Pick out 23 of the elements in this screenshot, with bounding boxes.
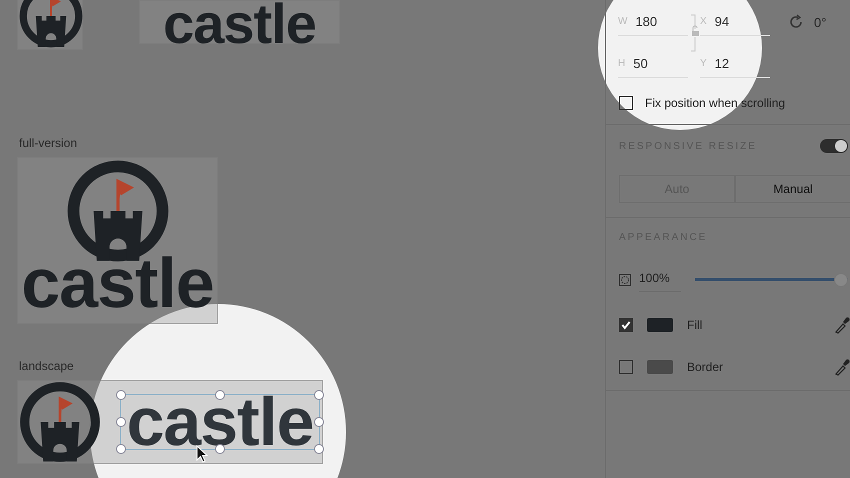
checkbox[interactable] bbox=[619, 318, 633, 332]
color-swatch[interactable] bbox=[647, 360, 673, 374]
artboard-label[interactable]: full-version bbox=[19, 136, 78, 150]
opacity-field[interactable]: 100% bbox=[639, 267, 681, 292]
castle-wordmark: castle bbox=[163, 1, 316, 46]
rotation-field[interactable]: 0° bbox=[814, 14, 826, 30]
toggle-switch[interactable] bbox=[820, 139, 848, 153]
castle-logo-icon bbox=[18, 380, 102, 464]
rotate-icon[interactable] bbox=[788, 14, 804, 30]
opacity-icon bbox=[619, 274, 631, 286]
artboard-label[interactable]: landscape bbox=[19, 359, 74, 373]
castle-wordmark: castle bbox=[21, 252, 214, 314]
cursor-icon bbox=[196, 445, 208, 463]
eyedropper-icon[interactable] bbox=[834, 358, 850, 376]
checkbox[interactable] bbox=[619, 360, 633, 374]
checkbox-label: Fix position when scrolling bbox=[645, 96, 786, 110]
segment-tab[interactable]: Manual bbox=[735, 175, 850, 203]
resize-handle[interactable] bbox=[215, 444, 225, 454]
color-swatch[interactable] bbox=[647, 318, 673, 332]
eyedropper-icon[interactable] bbox=[834, 316, 850, 334]
property-label: Fill bbox=[687, 318, 704, 332]
property-label: Border bbox=[687, 360, 724, 374]
checkbox[interactable] bbox=[619, 96, 633, 110]
